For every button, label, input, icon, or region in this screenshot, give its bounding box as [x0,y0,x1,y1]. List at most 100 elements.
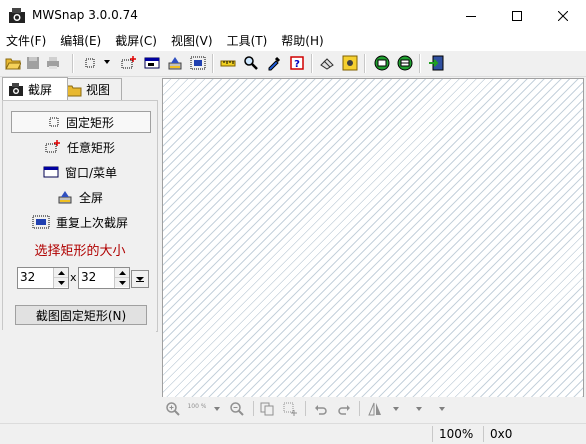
tab-view-label: 视图 [86,83,111,97]
mode-window[interactable]: 窗口/菜单 [3,162,157,182]
zoom-100-icon: 100 % [188,403,206,410]
height-down-button[interactable] [115,278,129,287]
zoom-in-icon [166,402,180,416]
window-tool[interactable] [143,54,161,72]
tab-capture-label: 截屏 [28,82,53,97]
undo-button[interactable] [312,400,330,418]
any-rect-tool[interactable] [119,54,137,72]
mode-window-label: 窗口/菜单 [64,165,118,180]
arrow-down-icon [57,280,65,285]
open-button[interactable] [4,54,22,72]
menu-help[interactable]: 帮助(H) [274,32,330,50]
mode-full-label: 全屏 [78,190,103,205]
save-icon [27,57,39,69]
mode-fixed-label: 固定矩形 [65,115,114,130]
size-preset-dropdown[interactable] [131,270,149,288]
ruler-tool[interactable] [219,54,237,72]
flip-button[interactable] [366,400,384,418]
tab-view[interactable]: 视图 [60,78,122,100]
size-label: 选择矩形的大小 [34,244,126,259]
eyedropper-icon [268,56,281,71]
ruler-icon [220,60,236,67]
crop-button[interactable] [281,400,299,418]
capture-panel: 固定矩形 任意矩形 窗口/菜单 全屏 重复上次截屏 选择矩形的大小 x 截图固定… [2,100,158,332]
rotate-dropdown-icon[interactable] [416,407,422,411]
help-icon: ? [290,56,304,70]
open-folder-icon [5,58,21,70]
maximize-icon [512,10,522,21]
height-input[interactable] [79,268,113,286]
options-icon [342,55,358,71]
minimize-icon [466,15,476,17]
menu-edit[interactable]: 编辑(E) [53,32,108,50]
height-up-button[interactable] [115,268,129,278]
image-canvas[interactable] [162,78,584,398]
status-bar: 100% 0x0 [0,423,586,444]
main-toolbar: ? [0,51,586,77]
close-button[interactable] [540,0,586,31]
color-picker-tool[interactable] [265,54,283,72]
status-coordinates: 0x0 [483,426,570,442]
mode-any-rect[interactable]: 任意矩形 [3,137,157,157]
full-screen-tool[interactable] [166,54,184,72]
maximize-button[interactable] [494,0,540,31]
arrow-up-icon [57,270,65,275]
zoom-out-icon [230,402,244,416]
zoom-dropdown-icon[interactable] [214,407,220,411]
app-camera-icon [9,8,25,23]
options-tool[interactable] [341,54,359,72]
any-rect-icon [121,56,136,69]
zoom-toolbar: 100 % [162,397,584,420]
close-icon [558,10,568,21]
menu-tools[interactable]: 工具(T) [220,32,275,50]
copy-icon [260,402,274,416]
width-input[interactable] [18,268,52,286]
height-spinner[interactable] [78,267,130,289]
fixed-rect-tool[interactable] [81,54,99,72]
save-button[interactable] [24,54,42,72]
width-up-button[interactable] [54,268,68,278]
repeat-capture-tool[interactable] [189,54,207,72]
tab-capture[interactable]: 截屏 [2,77,68,100]
arrow-up-icon [118,270,126,275]
minimize-button[interactable] [448,0,494,31]
copy-button[interactable] [258,400,276,418]
repeat-capture-icon [190,56,206,70]
flip-dropdown-icon[interactable] [393,407,399,411]
menu-file[interactable]: 文件(F) [0,32,53,50]
crop-icon [283,402,297,416]
print-button[interactable] [44,54,62,72]
menu-capture[interactable]: 截屏(C) [108,32,164,50]
zoom-out-button[interactable] [228,400,246,418]
menu-view[interactable]: 视图(V) [164,32,220,50]
width-down-button[interactable] [54,278,68,287]
mode-repeat-label: 重复上次截屏 [55,215,128,230]
zoom-100-button[interactable]: 100 % [188,400,206,418]
magnifier-tool[interactable] [242,54,260,72]
redo-button[interactable] [335,400,353,418]
flip-icon [368,402,381,416]
exit-tool[interactable] [427,54,445,72]
minimize-capture-tool[interactable] [396,54,414,72]
redo-icon [338,405,350,415]
effects-dropdown-icon[interactable] [439,407,445,411]
window-icon [43,166,59,178]
help-tool[interactable]: ? [288,54,306,72]
mode-repeat[interactable]: 重复上次截屏 [3,212,157,232]
window-title: MWSnap 3.0.0.74 [32,8,138,22]
width-spinner[interactable] [17,267,69,289]
minimize-tray-tool[interactable] [373,54,391,72]
undo-icon [315,405,327,415]
capture-fixed-rect-button[interactable]: 截图固定矩形(N) [15,305,147,325]
chevron-down-icon [136,277,144,282]
svg-text:100 %: 100 % [188,403,206,410]
mode-full-screen[interactable]: 全屏 [3,187,157,207]
panel-tabs: 截屏 视图 [2,77,158,100]
fixed-rect-dropdown-icon[interactable] [104,60,110,64]
window-icon [144,57,160,69]
send-tool[interactable] [318,54,336,72]
zoom-in-button[interactable] [164,400,182,418]
mode-fixed-rect[interactable]: 固定矩形 [11,111,151,133]
full-screen-icon [168,57,182,70]
print-icon [47,57,59,69]
